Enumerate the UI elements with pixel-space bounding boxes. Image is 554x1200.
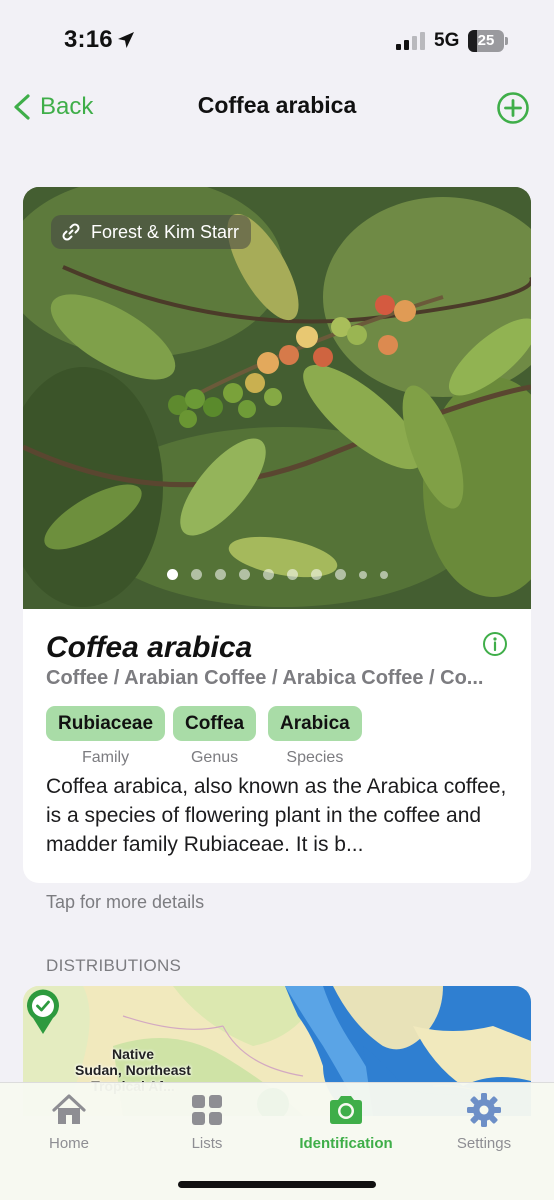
battery-level: 25 [477, 32, 495, 49]
home-indicator [178, 1181, 376, 1188]
scientific-name: Coffea arabica [46, 631, 253, 664]
tab-identification-label: Identification [299, 1135, 393, 1152]
grid-icon [192, 1095, 222, 1125]
page-dot[interactable] [166, 569, 178, 580]
chevron-left-icon [14, 94, 30, 120]
genus-label: Genus [190, 749, 239, 766]
page-dot[interactable] [190, 569, 202, 580]
plant-photo[interactable]: Forest & Kim Starr [23, 187, 531, 609]
page-dot[interactable] [334, 569, 346, 580]
tap-more-details[interactable]: Tap for more details [46, 892, 204, 913]
species-chip[interactable]: Arabica [268, 706, 362, 741]
network-type: 5G [434, 30, 460, 51]
location-arrow-icon [118, 32, 134, 48]
tab-lists-label: Lists [191, 1135, 223, 1152]
taxon-species: Arabica Species [268, 706, 362, 767]
map-pin-icon[interactable] [23, 986, 63, 1036]
back-label: Back [40, 93, 94, 120]
page-dot[interactable] [214, 569, 226, 580]
page-dot[interactable] [262, 569, 274, 580]
page-dot[interactable] [310, 569, 322, 580]
gear-icon [467, 1093, 501, 1127]
link-icon [62, 223, 80, 241]
family-label: Family [81, 749, 130, 766]
page-dot[interactable] [286, 569, 298, 580]
page-dot[interactable] [379, 571, 388, 579]
common-names: Coffee / Arabian Coffee / Arabica Coffee… [46, 667, 484, 689]
distributions-header: DISTRIBUTIONS [46, 956, 182, 975]
signal-icon [396, 32, 425, 50]
back-button[interactable]: Back [10, 88, 93, 126]
info-icon[interactable] [482, 631, 508, 657]
battery-icon: 25 [468, 30, 508, 52]
family-chip[interactable]: Rubiaceae [46, 706, 166, 741]
photo-credit[interactable]: Forest & Kim Starr [51, 215, 252, 249]
taxon-genus: Coffea Genus [173, 706, 257, 767]
page-indicator[interactable] [23, 569, 531, 580]
tab-home[interactable]: Home [0, 1091, 138, 1152]
page-dot[interactable] [238, 569, 250, 580]
tab-settings[interactable]: Settings [415, 1091, 553, 1152]
species-label: Species [286, 749, 344, 766]
photo-credit-text: Forest & Kim Starr [91, 221, 240, 242]
coffee-plant-image [23, 187, 531, 609]
tab-home-label: Home [48, 1135, 89, 1152]
home-icon [52, 1094, 86, 1124]
plant-description: Coffea arabica, also known as the Arabic… [46, 775, 507, 856]
plant-card[interactable]: Forest & Kim Starr Coffea arabica Coffee… [23, 187, 531, 883]
tab-settings-label: Settings [456, 1135, 512, 1152]
taxon-family: Rubiaceae Family [46, 706, 166, 767]
page-dot[interactable] [358, 571, 367, 579]
tab-lists[interactable]: Lists [138, 1091, 276, 1152]
camera-icon [330, 1096, 362, 1124]
plus-circle-icon[interactable] [496, 91, 530, 125]
tab-identification[interactable]: Identification [277, 1091, 415, 1152]
status-bar: 3:16 5G 25 [0, 0, 554, 80]
genus-chip[interactable]: Coffea [173, 706, 257, 741]
status-time: 3:16 [64, 26, 113, 53]
